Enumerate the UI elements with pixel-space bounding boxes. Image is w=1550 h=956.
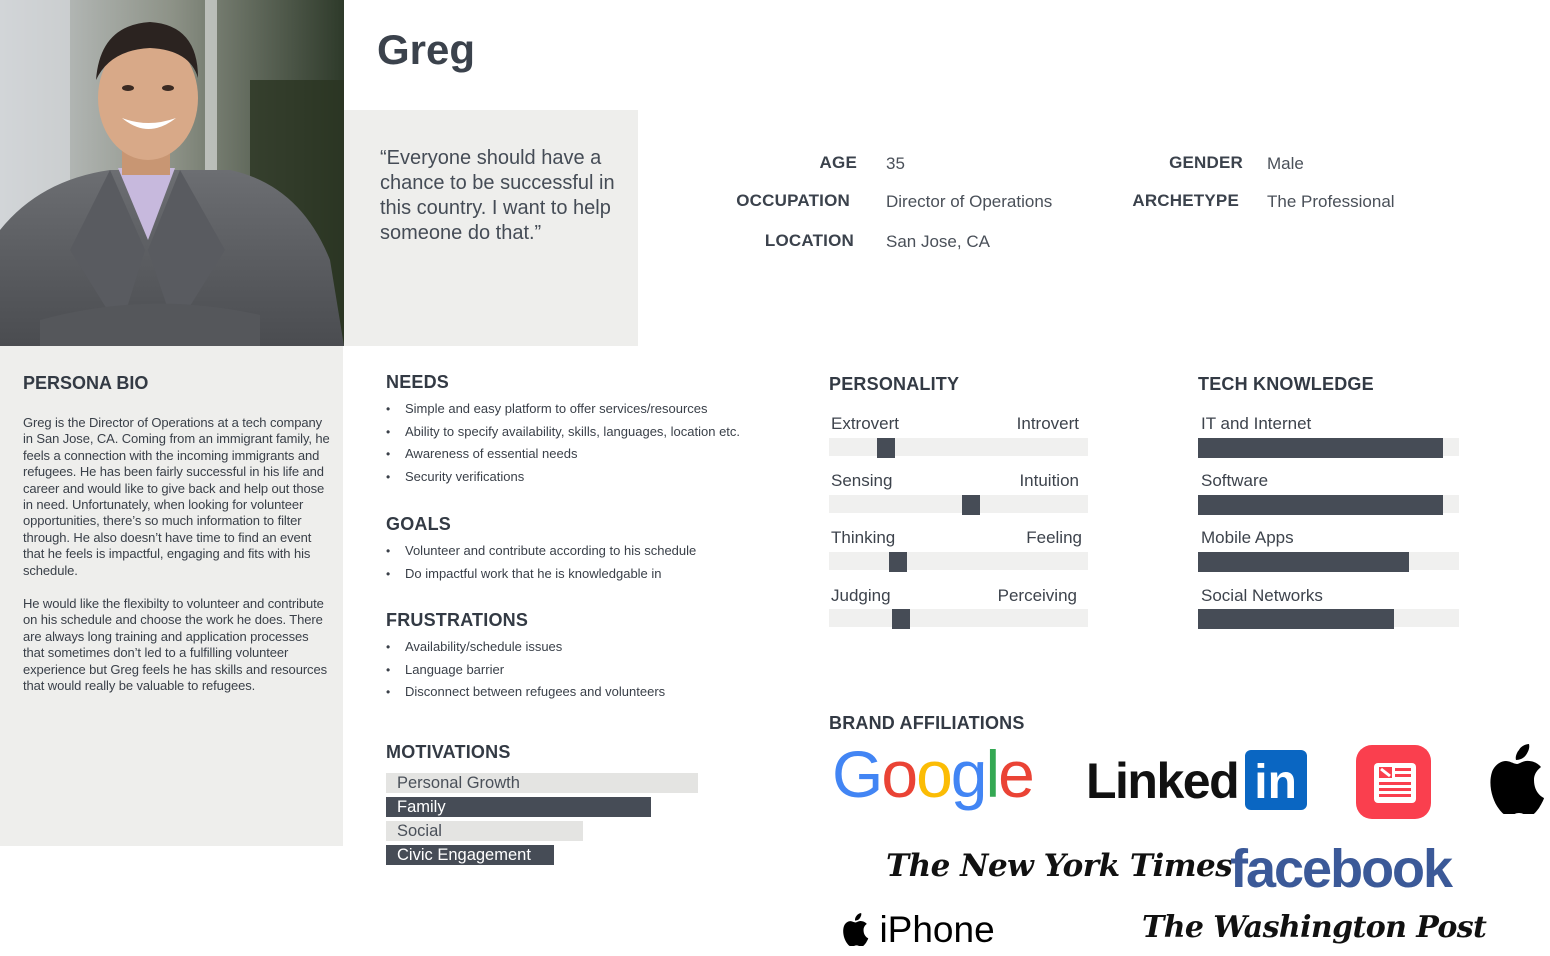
tech-bar-social-networks xyxy=(1198,609,1459,629)
apple-small-icon xyxy=(843,913,869,947)
bio-paragraph-2: He would like the flexibilty to voluntee… xyxy=(23,596,327,694)
tech-label: Software xyxy=(1201,471,1269,490)
tech-bar-fill xyxy=(1198,552,1409,572)
list-item: Security verifications xyxy=(386,466,740,489)
list-item: Awareness of essential needs xyxy=(386,443,740,466)
google-logo: Google xyxy=(832,736,1035,812)
nyt-logo: The New York Times xyxy=(886,848,1233,884)
motivation-bar-personal-growth: Personal Growth xyxy=(386,773,698,793)
list-item: Volunteer and contribute according to hi… xyxy=(386,540,696,563)
goals-list: Volunteer and contribute according to hi… xyxy=(386,540,696,585)
tech-label: Social Networks xyxy=(1201,586,1323,605)
gender-label: GENDER xyxy=(1169,153,1243,172)
bio-paragraph-1: Greg is the Director of Operations at a … xyxy=(23,415,330,578)
linkedin-logo: Linked in xyxy=(1086,750,1307,810)
persona-photo-image xyxy=(0,0,344,346)
google-letter: e xyxy=(998,737,1035,811)
linkedin-in-box: in xyxy=(1244,750,1307,810)
trait-left-label: Extrovert xyxy=(831,414,900,433)
trait-slider-sensing-intuition xyxy=(829,495,1088,515)
tech-label: Mobile Apps xyxy=(1201,528,1294,547)
tech-bar-software xyxy=(1198,495,1459,515)
age-label: AGE xyxy=(819,153,857,172)
frustrations-title: FRUSTRATIONS xyxy=(386,610,529,630)
list-item: Ability to specify availability, skills,… xyxy=(386,421,740,444)
list-item: Simple and easy platform to offer servic… xyxy=(386,398,740,421)
tech-bar-it-internet xyxy=(1198,438,1459,458)
tech-label: IT and Internet xyxy=(1201,414,1312,433)
occupation-value: Director of Operations xyxy=(886,192,1053,211)
motivation-bar-family: Family xyxy=(386,797,651,817)
needs-title: NEEDS xyxy=(386,372,450,392)
gender-value: Male xyxy=(1267,154,1304,173)
tech-title: TECH KNOWLEDGE xyxy=(1198,374,1374,394)
occupation-label: OCCUPATION xyxy=(736,191,850,210)
apple-news-icon xyxy=(1356,745,1431,819)
list-item: Availability/schedule issues xyxy=(386,636,665,659)
tech-bar-fill xyxy=(1198,609,1394,629)
trait-right-label: Perceiving xyxy=(997,586,1077,605)
trait-slider-extrovert-introvert xyxy=(829,438,1088,458)
age-value: 35 xyxy=(886,154,905,173)
trait-marker xyxy=(877,438,895,458)
google-letter: g xyxy=(950,737,988,811)
google-letter: o xyxy=(916,737,953,811)
iphone-logo: iPhone xyxy=(843,908,995,952)
trait-slider-thinking-feeling xyxy=(829,552,1088,572)
needs-list: Simple and easy platform to offer servic… xyxy=(386,398,740,489)
archetype-value: The Professional xyxy=(1267,192,1395,211)
google-letter: o xyxy=(881,737,918,811)
persona-photo xyxy=(0,0,344,346)
trait-left-label: Sensing xyxy=(831,471,893,490)
trait-marker xyxy=(962,495,980,515)
trait-slider-judging-perceiving xyxy=(829,609,1088,629)
list-item: Do impactful work that he is knowledgabl… xyxy=(386,563,696,586)
location-value: San Jose, CA xyxy=(886,232,990,251)
facebook-logo: facebook xyxy=(1230,839,1453,899)
tech-bar-fill xyxy=(1198,438,1443,458)
trait-left-label: Thinking xyxy=(831,528,896,547)
motivation-bar-civic-engagement: Civic Engagement xyxy=(386,845,554,865)
personality-title: PERSONALITY xyxy=(829,374,960,394)
google-letter: G xyxy=(832,737,883,811)
trait-right-label: Intuition xyxy=(1019,471,1079,490)
motivation-bar-social: Social xyxy=(386,821,583,841)
persona-quote: “Everyone should have a chance to be suc… xyxy=(380,147,615,244)
list-item: Disconnect between refugees and voluntee… xyxy=(386,681,665,704)
trait-right-label: Feeling xyxy=(1026,528,1082,547)
archetype-label: ARCHETYPE xyxy=(1132,191,1239,210)
location-label: LOCATION xyxy=(764,231,854,250)
persona-name: Greg xyxy=(377,26,476,73)
iphone-wordmark: iPhone xyxy=(879,909,995,950)
trait-marker xyxy=(892,609,910,629)
google-letter: l xyxy=(985,737,1001,811)
bio-title: PERSONA BIO xyxy=(23,373,149,393)
tech-bar-mobile-apps xyxy=(1198,552,1459,572)
linkedin-wordmark: Linked xyxy=(1086,753,1240,809)
motivations-title: MOTIVATIONS xyxy=(386,742,511,762)
trait-left-label: Judging xyxy=(831,586,891,605)
list-item: Language barrier xyxy=(386,659,665,682)
tech-bar-fill xyxy=(1198,495,1443,515)
washington-post-logo: The Washington Post xyxy=(1142,910,1487,945)
brands-title: BRAND AFFILIATIONS xyxy=(829,713,1025,733)
frustrations-list: Availability/schedule issues Language ba… xyxy=(386,636,665,704)
goals-title: GOALS xyxy=(386,514,452,534)
trait-right-label: Introvert xyxy=(1016,414,1079,433)
apple-logo-icon xyxy=(1490,742,1550,819)
trait-marker xyxy=(889,552,907,572)
